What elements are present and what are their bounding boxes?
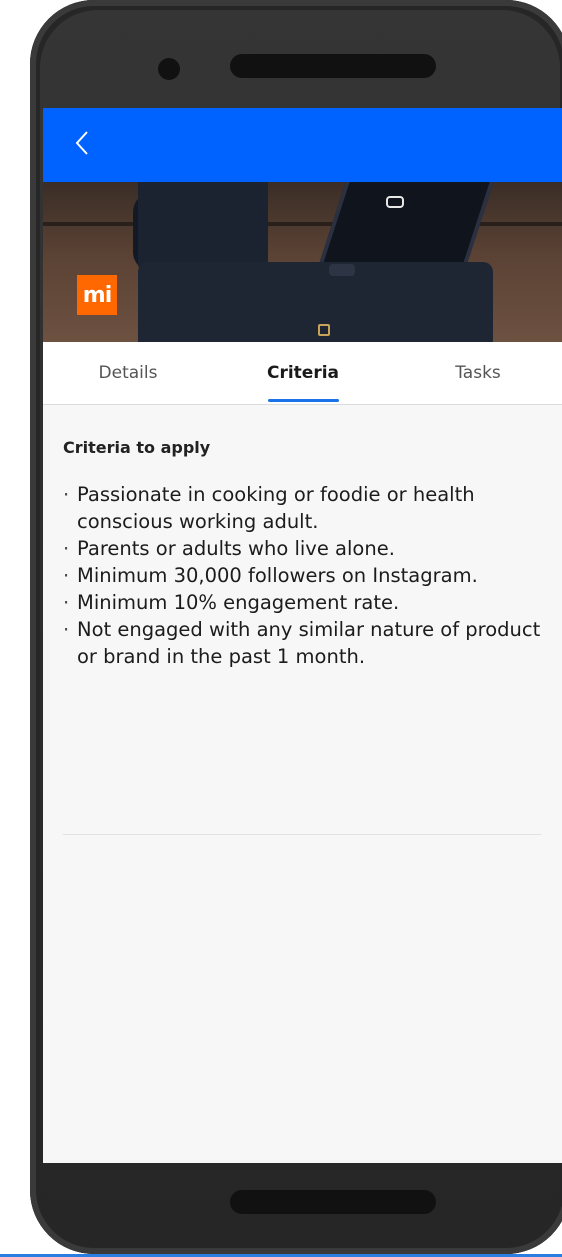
tab-label: Details — [98, 363, 158, 383]
app-screen: mi Details Criteria Tasks Criteria to ap… — [43, 108, 562, 1163]
section-heading: Criteria to apply — [63, 438, 211, 457]
front-camera — [158, 58, 180, 80]
bullet-icon: · — [63, 591, 70, 614]
criteria-text: Parents or adults who live alone. — [77, 537, 395, 560]
criteria-item: · Minimum 10% engagement rate. — [63, 589, 543, 616]
bullet-icon: · — [63, 618, 70, 641]
criteria-text: Minimum 10% engagement rate. — [77, 591, 400, 614]
product-hero-image: mi — [43, 182, 562, 342]
tab-label: Criteria — [266, 363, 340, 383]
bullet-icon: · — [63, 483, 70, 506]
tab-label: Tasks — [455, 363, 501, 383]
criteria-item: · Minimum 30,000 followers on Instagram. — [63, 562, 543, 589]
brand-logo: mi — [77, 275, 117, 315]
bottom-speaker — [230, 1190, 436, 1214]
content-divider — [63, 834, 541, 835]
back-button[interactable] — [65, 128, 99, 162]
criteria-text: Minimum 30,000 followers on Instagram. — [77, 564, 478, 587]
tab-tasks[interactable]: Tasks — [413, 342, 543, 404]
earpiece-speaker — [230, 54, 436, 78]
chevron-left-icon — [73, 129, 91, 161]
bullet-icon: · — [63, 537, 70, 560]
tab-bar: Details Criteria Tasks — [43, 342, 562, 405]
brand-logo-text: mi — [82, 282, 112, 308]
criteria-item: · Not engaged with any similar nature of… — [63, 616, 543, 670]
criteria-item: · Passionate in cooking or foodie or hea… — [63, 481, 543, 535]
tab-details[interactable]: Details — [63, 342, 193, 404]
active-tab-indicator — [268, 399, 339, 402]
criteria-text: Not engaged with any similar nature of p… — [77, 618, 541, 668]
bullet-icon: · — [63, 564, 70, 587]
criteria-text: Passionate in cooking or foodie or healt… — [77, 483, 475, 533]
criteria-section: Criteria to apply · Passionate in cookin… — [63, 438, 543, 670]
top-app-bar — [43, 108, 562, 182]
tab-criteria[interactable]: Criteria — [238, 342, 368, 404]
criteria-item: · Parents or adults who live alone. — [63, 535, 543, 562]
criteria-list: · Passionate in cooking or foodie or hea… — [63, 481, 543, 670]
